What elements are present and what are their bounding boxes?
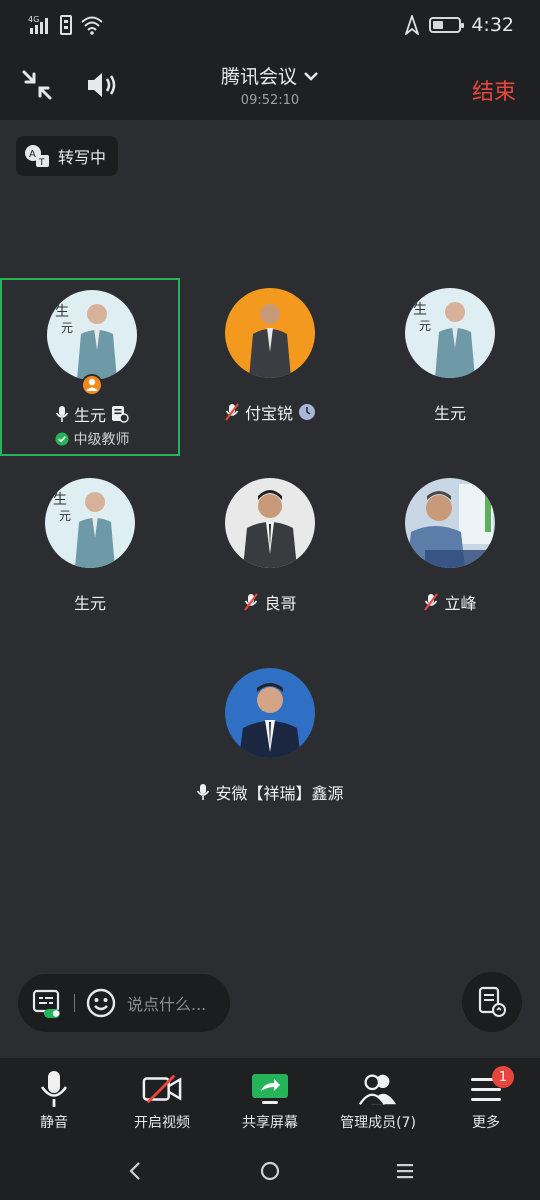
participant-name: 付宝锐: [244, 404, 293, 423]
mic-muted-icon: [225, 403, 239, 421]
transcribe-icon: A T: [25, 145, 49, 168]
manage-members-button[interactable]: 管理成员(7): [324, 1058, 432, 1142]
meeting-title[interactable]: 腾讯会议: [221, 62, 319, 89]
mic-icon: [55, 406, 69, 422]
subtitle-toggle-icon[interactable]: [32, 987, 64, 1019]
system-nav-bar: [0, 1142, 540, 1200]
svg-text:4G: 4G: [28, 15, 39, 24]
svg-text:元: 元: [419, 319, 431, 333]
avatar: [225, 478, 315, 568]
participant-tile[interactable]: 立峰: [360, 468, 540, 646]
participant-tile[interactable]: 良哥: [180, 468, 360, 646]
recents-icon[interactable]: [394, 1160, 416, 1182]
notes-icon: [478, 986, 506, 1017]
status-bar: 4G 4:32: [0, 0, 540, 52]
host-badge: [81, 374, 103, 396]
participant-tile[interactable]: 生 元 生元 中级教师: [0, 278, 180, 456]
participant-tile[interactable]: 安微【祥瑞】鑫源: [180, 658, 360, 836]
wifi-icon: [81, 16, 103, 35]
svg-text:生: 生: [53, 492, 67, 508]
start-video-button[interactable]: 开启视频: [108, 1058, 216, 1142]
meeting-header: 腾讯会议 09:52:10 结束: [0, 52, 540, 120]
emoji-icon[interactable]: [85, 987, 117, 1019]
participant-tile[interactable]: 付宝锐: [180, 278, 360, 456]
bottom-toolbar: 静音 开启视频 共享屏幕 管理成员(7) 1 更多: [0, 1058, 540, 1142]
svg-text:A: A: [29, 149, 36, 160]
svg-text:元: 元: [61, 321, 73, 335]
verified-icon: [55, 432, 68, 446]
avatar: [225, 668, 315, 758]
members-icon: [358, 1074, 397, 1105]
participant-tile[interactable]: 生 元 生元: [360, 278, 540, 456]
svg-text:生: 生: [55, 304, 69, 320]
mic-muted-icon: [424, 593, 439, 611]
sim-icon: [60, 15, 72, 35]
more-button[interactable]: 1 更多: [432, 1058, 540, 1142]
clock-icon: [299, 404, 315, 420]
clock-time: 4:32: [471, 14, 514, 36]
chat-input[interactable]: 说点什么...: [127, 991, 206, 1015]
participant-name: 良哥: [264, 594, 297, 613]
chat-bar[interactable]: 说点什么...: [18, 974, 230, 1032]
end-meeting-button[interactable]: 结束: [472, 74, 516, 106]
transcribe-status[interactable]: A T 转写中: [16, 136, 119, 176]
avatar: [225, 288, 315, 378]
svg-text:生: 生: [413, 302, 427, 318]
signal-icon: 4G: [28, 15, 48, 34]
participant-name: 生元: [73, 406, 106, 425]
share-screen-icon: [252, 1074, 288, 1104]
avatar: 生 元: [47, 290, 137, 380]
participant-name: 立峰: [444, 594, 477, 613]
note-icon: [112, 406, 129, 423]
avatar: 生 元: [45, 478, 135, 568]
mute-button[interactable]: 静音: [0, 1058, 108, 1142]
share-screen-button[interactable]: 共享屏幕: [216, 1058, 324, 1142]
avatar: 生 元: [405, 288, 495, 378]
back-icon[interactable]: [124, 1160, 146, 1182]
home-icon[interactable]: [259, 1160, 281, 1182]
chevron-down-icon: [304, 71, 318, 81]
divider: [74, 994, 75, 1012]
video-off-icon: [142, 1074, 182, 1104]
battery-icon: [429, 17, 465, 33]
mic-icon: [197, 784, 210, 800]
participant-name: 生元: [73, 594, 106, 613]
microphone-icon: [40, 1071, 68, 1107]
participant-name: 安微【祥瑞】鑫源: [215, 784, 344, 803]
mic-muted-icon: [244, 593, 259, 611]
participant-title: 中级教师: [73, 432, 130, 448]
svg-text:T: T: [38, 158, 45, 168]
notification-badge: 1: [492, 1066, 514, 1088]
notes-button[interactable]: [462, 972, 522, 1032]
participant-tile[interactable]: 生 元 生元: [0, 468, 180, 646]
participant-name: 生元: [433, 404, 466, 423]
svg-text:元: 元: [59, 509, 71, 523]
meeting-timer: 09:52:10: [240, 93, 300, 108]
navigation-arrow-icon: [405, 15, 420, 35]
avatar: [405, 478, 495, 568]
